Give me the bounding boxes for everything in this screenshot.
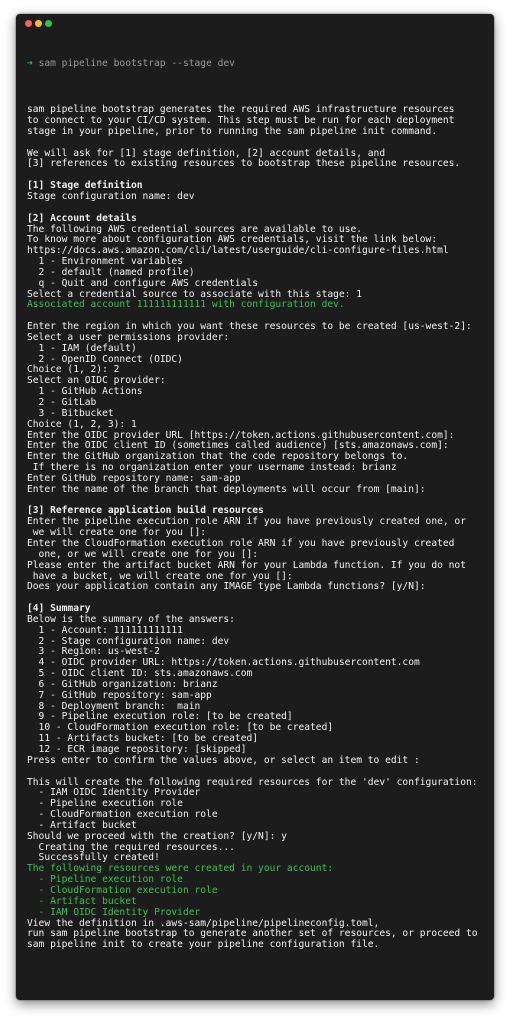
minimize-window-button[interactable] (35, 20, 42, 27)
output-line: Should we proceed with the creation? [y/… (27, 830, 287, 842)
output-line: Choice (1, 2, 3): 1 (27, 418, 137, 430)
output-line: Associated account 111111111111 with con… (27, 299, 345, 311)
output-line: stage in your pipeline, prior to running… (27, 125, 438, 137)
command-line: ➜ sam pipeline bootstrap --stage dev (27, 57, 490, 70)
output-line: sam pipeline init to create your pipelin… (27, 939, 380, 951)
zoom-window-button[interactable] (45, 20, 52, 27)
output-line: 1 - GitHub Actions (27, 386, 143, 398)
section-heading: [2] Account details (27, 212, 137, 224)
output-line: Stage configuration name: dev (27, 190, 195, 202)
prompt-arrow-icon: ➜ (27, 57, 33, 69)
output-line: Press enter to confirm the values above,… (27, 754, 420, 766)
output-line: 7 - GitHub repository: sam-app (27, 689, 212, 701)
title-bar (16, 14, 494, 32)
output-line: Does your application contain any IMAGE … (27, 581, 426, 593)
close-window-button[interactable] (25, 20, 32, 27)
output-line: 1 - IAM (default) (27, 342, 137, 354)
output-line: Please enter the artifact bucket ARN for… (27, 559, 466, 571)
output-line: - IAM OIDC Identity Provider (27, 906, 201, 918)
output-line: q - Quit and configure AWS credentials (27, 277, 259, 289)
terminal-output[interactable]: ➜ sam pipeline bootstrap --stage dev sam… (27, 37, 490, 973)
terminal-window: ➜ sam pipeline bootstrap --stage dev sam… (16, 14, 494, 1000)
output-line: 1 - Account: 111111111111 (27, 624, 183, 636)
output-line: [3] references to existing resources to … (27, 158, 461, 170)
output-lines: sam pipeline bootstrap generates the req… (27, 104, 490, 951)
command-text: sam pipeline bootstrap --stage dev (38, 57, 235, 69)
output-line: Enter the name of the branch that deploy… (27, 483, 426, 495)
